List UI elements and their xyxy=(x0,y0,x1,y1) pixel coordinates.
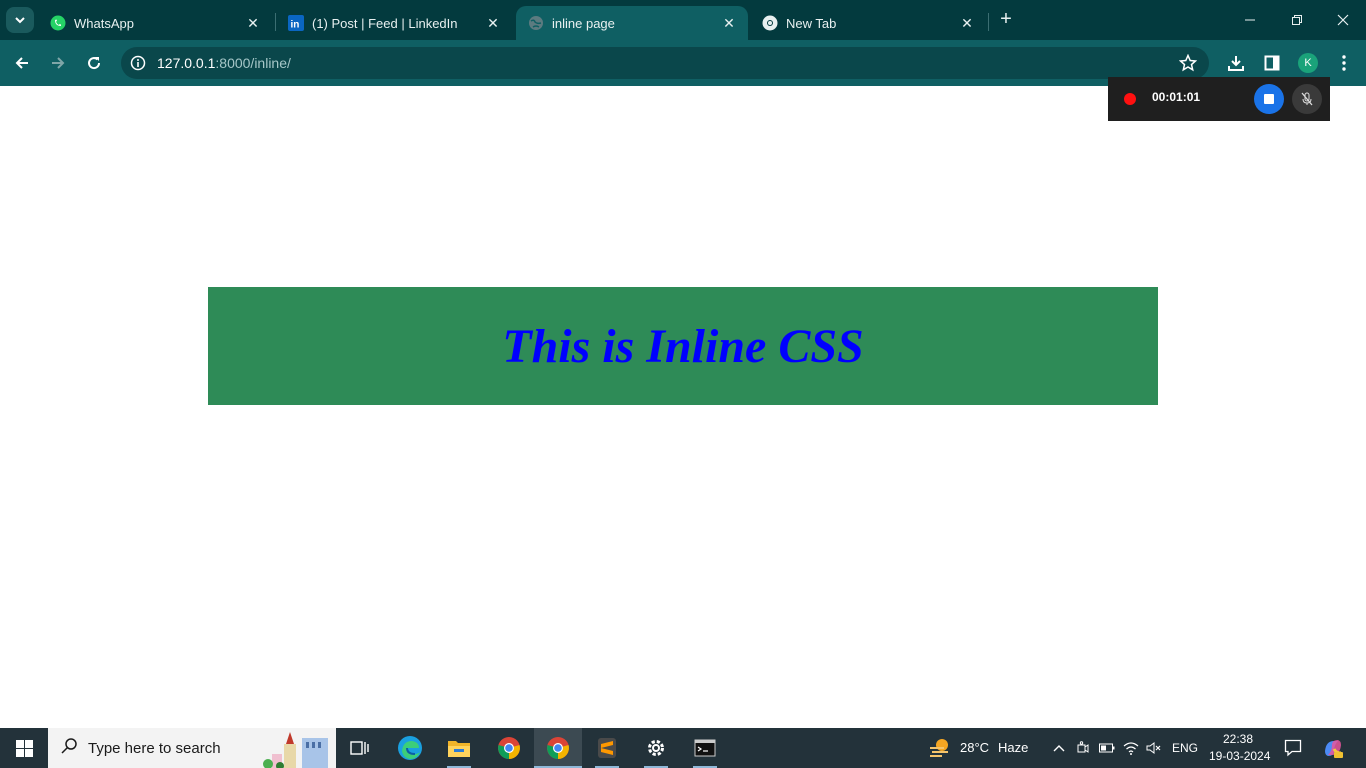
stop-recording-button[interactable] xyxy=(1254,84,1284,114)
clock-time[interactable]: 22:38 xyxy=(1223,732,1253,746)
whatsapp-icon xyxy=(50,15,66,31)
tab-title: WhatsApp xyxy=(74,15,134,31)
clock-date[interactable]: 19-03-2024 xyxy=(1209,749,1270,763)
tab-whatsapp[interactable]: WhatsApp ✕ xyxy=(38,6,272,40)
notification-icon xyxy=(1284,739,1302,757)
weather-haze-icon[interactable] xyxy=(928,737,952,759)
search-placeholder: Type here to search xyxy=(88,739,221,757)
side-panel-icon xyxy=(1264,55,1280,71)
meet-now-icon[interactable] xyxy=(1074,739,1092,757)
tab-search-button[interactable] xyxy=(6,7,34,33)
taskbar-terminal[interactable] xyxy=(681,728,729,768)
chevron-up-icon xyxy=(1053,745,1065,752)
tab-separator xyxy=(988,13,989,31)
url-path: :8000/inline/ xyxy=(215,55,291,71)
sublime-text-icon xyxy=(598,738,616,758)
more-vertical-icon xyxy=(1342,55,1346,71)
taskbar-chrome[interactable] xyxy=(485,728,533,768)
language-indicator[interactable]: ENG xyxy=(1172,741,1198,755)
avatar[interactable]: K xyxy=(1298,53,1318,73)
minimize-button[interactable] xyxy=(1236,8,1264,32)
taskbar-task-view[interactable] xyxy=(336,728,384,768)
taskbar-edge[interactable] xyxy=(386,728,434,768)
taskbar-sublime-text[interactable] xyxy=(583,728,631,768)
mute-microphone-button[interactable] xyxy=(1292,84,1322,114)
stop-icon xyxy=(1264,94,1274,104)
taskbar-settings[interactable] xyxy=(632,728,680,768)
bookmark-star-icon[interactable] xyxy=(1178,53,1198,77)
chrome-icon xyxy=(498,737,520,759)
battery-icon[interactable] xyxy=(1098,739,1116,757)
linkedin-icon: in xyxy=(288,15,304,31)
windows-taskbar: Type here to search 28°C Haze ENG 22:38 … xyxy=(0,728,1366,768)
back-button[interactable] xyxy=(8,49,36,77)
volume-muted-icon[interactable] xyxy=(1145,739,1163,757)
windows-logo-icon xyxy=(15,739,33,757)
download-icon xyxy=(1228,56,1244,71)
file-explorer-icon xyxy=(448,741,470,757)
tab-new-tab[interactable]: New Tab ✕ xyxy=(750,6,986,40)
tab-linkedin[interactable]: in (1) Post | Feed | LinkedIn ✕ xyxy=(276,6,512,40)
url-text: 127.0.0.1:8000/inline/ xyxy=(157,55,291,71)
restore-button[interactable] xyxy=(1283,8,1311,32)
arrow-right-icon xyxy=(52,57,65,69)
arrow-left-icon xyxy=(15,57,28,69)
side-panel-button[interactable] xyxy=(1260,51,1284,75)
tab-title: inline page xyxy=(552,15,615,31)
tab-title: New Tab xyxy=(786,15,837,31)
close-icon[interactable]: ✕ xyxy=(484,14,502,32)
settings-icon xyxy=(648,740,664,756)
close-window-button[interactable] xyxy=(1329,8,1357,32)
search-icon xyxy=(60,737,78,760)
taskbar-search-box[interactable]: Type here to search xyxy=(48,728,336,768)
forward-button[interactable] xyxy=(44,49,72,77)
url-host: 127.0.0.1 xyxy=(157,55,216,71)
tab-title: (1) Post | Feed | LinkedIn xyxy=(312,15,458,31)
tab-inline-page[interactable]: inline page ✕ xyxy=(516,6,748,40)
info-icon[interactable] xyxy=(130,55,146,76)
chrome-icon xyxy=(762,15,778,31)
task-view-icon xyxy=(350,741,369,755)
notification-center-button[interactable] xyxy=(1284,739,1302,757)
recording-timer: 00:01:01 xyxy=(1152,90,1201,104)
terminal-icon xyxy=(694,739,716,757)
downloads-button[interactable] xyxy=(1224,51,1248,75)
menu-button[interactable] xyxy=(1332,51,1356,75)
address-bar[interactable]: 127.0.0.1:8000/inline/ xyxy=(121,47,1209,79)
show-hidden-icons-button[interactable] xyxy=(1050,739,1068,757)
close-icon xyxy=(1337,14,1349,26)
screen-recorder-widget: 00:01:01 xyxy=(1108,77,1330,121)
close-icon[interactable]: ✕ xyxy=(244,14,262,32)
tab-strip: WhatsApp ✕ in (1) Post | Feed | LinkedIn… xyxy=(0,0,1366,40)
minimize-icon xyxy=(1245,19,1255,21)
new-tab-button[interactable]: + xyxy=(994,8,1018,32)
search-highlight-illustration-icon xyxy=(263,732,328,768)
reload-icon xyxy=(88,57,101,70)
copilot-icon[interactable] xyxy=(1322,737,1344,759)
taskbar-chrome-active[interactable] xyxy=(534,728,582,768)
inline-css-box: This is Inline CSS xyxy=(208,287,1158,405)
taskbar-file-explorer[interactable] xyxy=(435,728,483,768)
page-heading: This is Inline CSS xyxy=(502,319,864,373)
weather-temperature[interactable]: 28°C xyxy=(960,740,989,755)
wifi-icon[interactable] xyxy=(1122,739,1140,757)
svg-text:in: in xyxy=(291,20,300,31)
start-button[interactable] xyxy=(0,728,48,768)
globe-icon xyxy=(528,15,544,31)
weather-description[interactable]: Haze xyxy=(998,740,1028,755)
chevron-down-icon xyxy=(15,17,25,24)
close-icon[interactable]: ✕ xyxy=(720,14,738,32)
restore-icon xyxy=(1292,15,1302,25)
reload-button[interactable] xyxy=(80,49,108,77)
edge-icon xyxy=(398,736,422,760)
recording-indicator-icon xyxy=(1124,93,1136,105)
chrome-icon xyxy=(547,737,569,759)
microphone-off-icon xyxy=(1301,92,1313,106)
close-icon[interactable]: ✕ xyxy=(958,14,976,32)
